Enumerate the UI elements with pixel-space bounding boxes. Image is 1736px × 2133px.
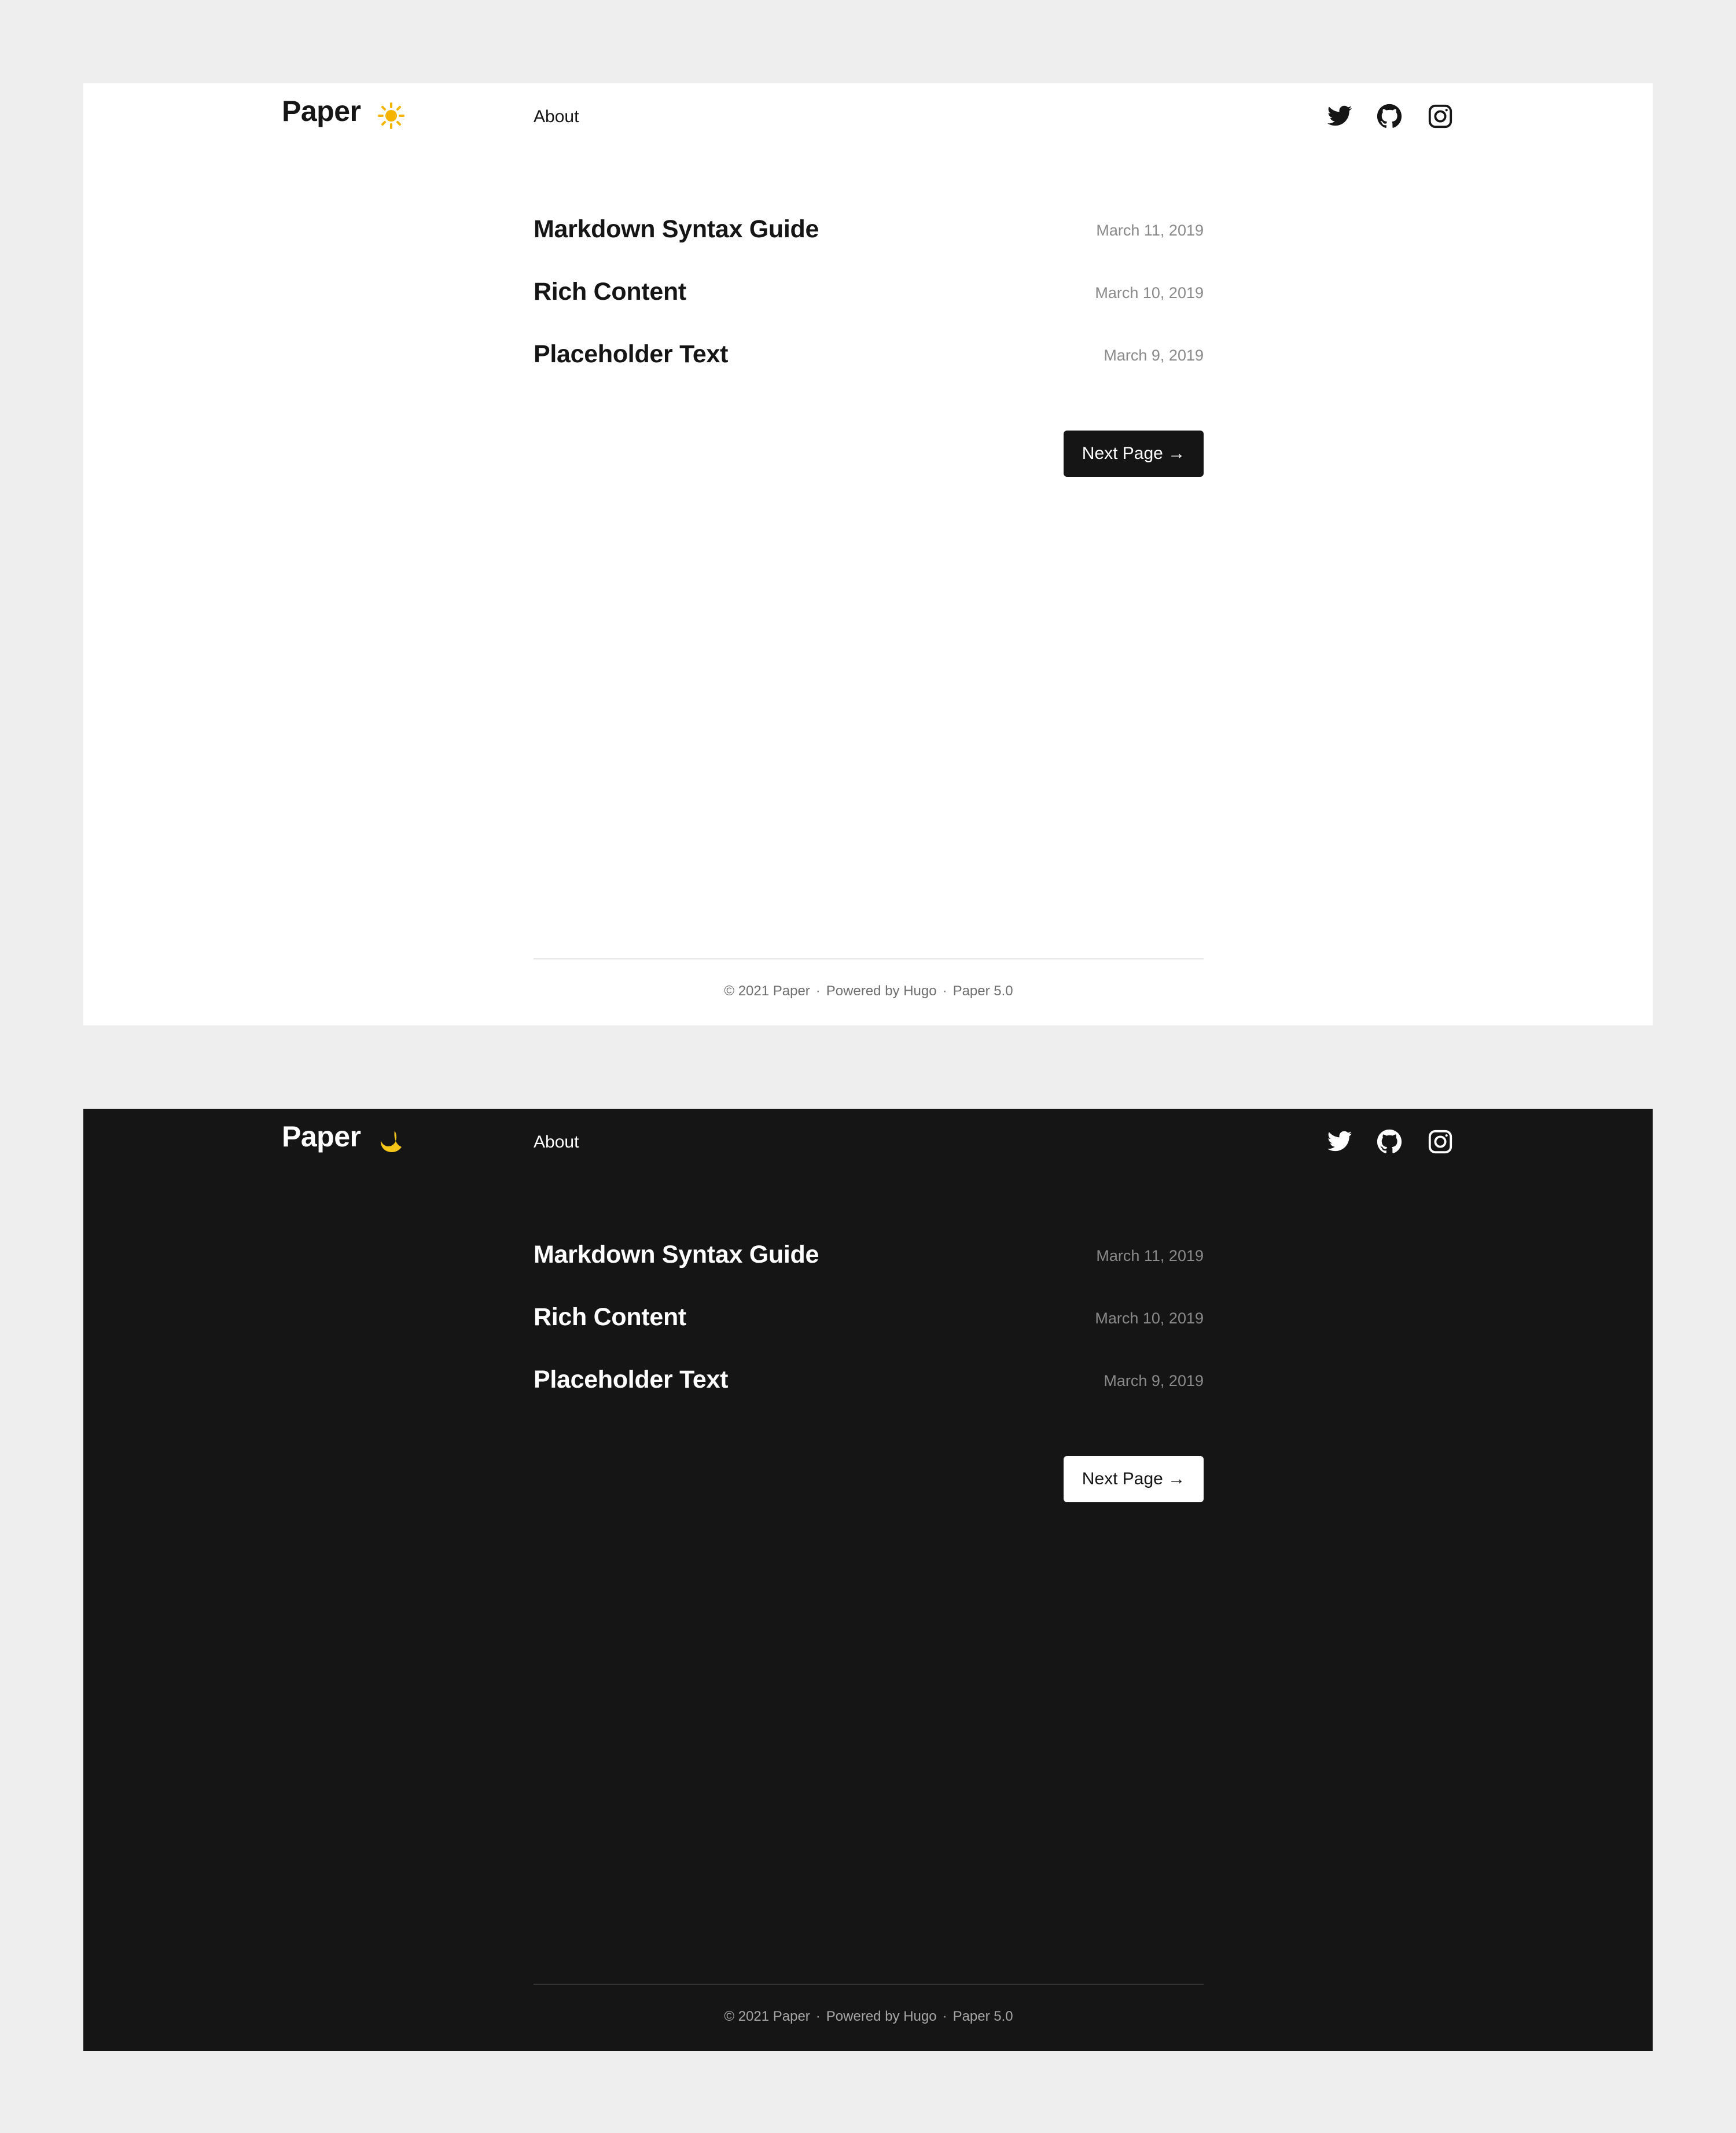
post-title-link[interactable]: Rich Content <box>534 277 686 307</box>
post-date: March 11, 2019 <box>1096 222 1204 239</box>
nav-about-link[interactable]: About <box>534 1132 579 1153</box>
post-list: Markdown Syntax Guide March 11, 2019 Ric… <box>534 1240 1204 1427</box>
site-footer: © 2021 Paper · Powered by Hugo · Paper 5.0 <box>534 2008 1204 2025</box>
site-footer: © 2021 Paper · Powered by Hugo · Paper 5.0 <box>534 983 1204 1000</box>
post-date: March 10, 2019 <box>1095 284 1204 301</box>
post-title-link[interactable]: Markdown Syntax Guide <box>534 214 819 244</box>
post-item: Markdown Syntax Guide March 11, 2019 <box>534 214 1204 277</box>
footer-copyright: © 2021 Paper <box>724 2009 810 2024</box>
footer-divider <box>534 958 1204 959</box>
post-title-link[interactable]: Placeholder Text <box>534 339 728 369</box>
nav-about-link[interactable]: About <box>534 106 579 127</box>
dark-theme-page: Paper About Markdown Syntax Guide March … <box>83 1109 1653 2051</box>
post-item: Placeholder Text March 9, 2019 <box>534 1365 1204 1427</box>
light-theme-page: Paper About Markdown Syntax Guide March … <box>83 83 1653 1025</box>
post-date: March 10, 2019 <box>1095 1310 1204 1327</box>
post-list: Markdown Syntax Guide March 11, 2019 Ric… <box>534 214 1204 402</box>
footer-powered-by-link[interactable]: Powered by Hugo <box>826 983 937 999</box>
post-title-link[interactable]: Placeholder Text <box>534 1365 728 1395</box>
footer-version-link[interactable]: Paper 5.0 <box>953 2009 1013 2024</box>
footer-divider <box>534 1984 1204 1985</box>
footer-separator: · <box>942 2009 947 2024</box>
post-date: March 9, 2019 <box>1104 347 1204 364</box>
footer-separator: · <box>942 983 947 999</box>
footer-separator: · <box>815 983 821 999</box>
github-icon[interactable] <box>1376 1128 1403 1155</box>
footer-version-link[interactable]: Paper 5.0 <box>953 983 1013 999</box>
next-page-button[interactable]: Next Page → <box>1064 1456 1204 1502</box>
footer-powered-by-link[interactable]: Powered by Hugo <box>826 2009 937 2024</box>
post-item: Placeholder Text March 9, 2019 <box>534 339 1204 402</box>
next-page-button[interactable]: Next Page → <box>1064 431 1204 477</box>
post-item: Rich Content March 10, 2019 <box>534 277 1204 339</box>
post-date: March 9, 2019 <box>1104 1372 1204 1389</box>
sun-icon[interactable] <box>377 102 405 130</box>
moon-icon[interactable] <box>377 1127 405 1155</box>
github-icon[interactable] <box>1376 103 1403 130</box>
site-logo[interactable]: Paper <box>282 94 361 128</box>
post-date: March 11, 2019 <box>1096 1247 1204 1264</box>
site-logo[interactable]: Paper <box>282 1119 361 1154</box>
post-item: Markdown Syntax Guide March 11, 2019 <box>534 1240 1204 1302</box>
footer-separator: · <box>815 2009 821 2024</box>
instagram-icon[interactable] <box>1427 1128 1454 1155</box>
post-item: Rich Content March 10, 2019 <box>534 1302 1204 1365</box>
twitter-icon[interactable] <box>1326 103 1353 130</box>
footer-copyright: © 2021 Paper <box>724 983 810 999</box>
post-title-link[interactable]: Markdown Syntax Guide <box>534 1240 819 1270</box>
post-title-link[interactable]: Rich Content <box>534 1302 686 1332</box>
twitter-icon[interactable] <box>1326 1128 1353 1155</box>
instagram-icon[interactable] <box>1427 103 1454 130</box>
